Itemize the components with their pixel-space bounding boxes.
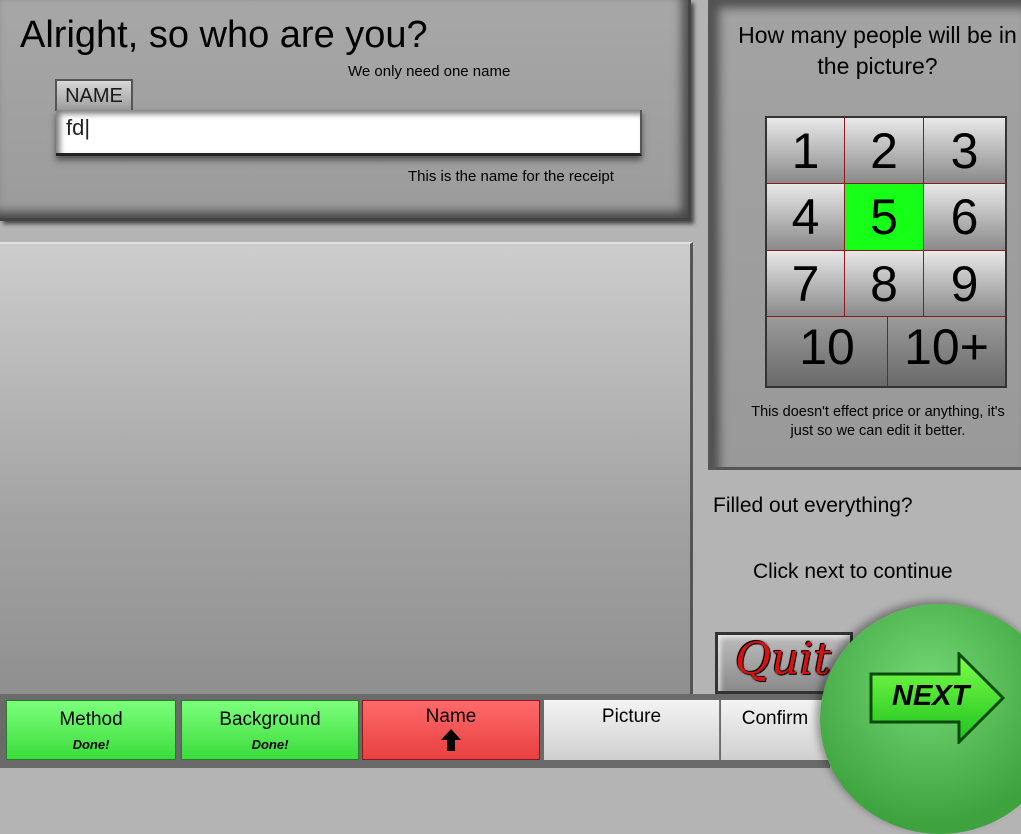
preview-panel [0, 242, 693, 694]
step-confirm[interactable]: Confirm [721, 700, 830, 760]
page-title: Alright, so who are you? [20, 14, 428, 56]
step-label: Background [219, 709, 321, 730]
people-option-10-plus[interactable]: 10+ [888, 317, 1005, 386]
people-option-6[interactable]: 6 [924, 184, 1005, 251]
people-option-5[interactable]: 5 [845, 184, 924, 251]
arrow-up-icon [441, 729, 461, 751]
step-name[interactable]: Name [362, 700, 540, 760]
continue-instruction: Click next to continue [753, 560, 953, 583]
receipt-hint: This is the name for the receipt [408, 168, 614, 185]
quit-label[interactable]: Quit [735, 634, 831, 685]
people-option-7[interactable]: 7 [767, 251, 845, 317]
next-label[interactable]: NEXT [892, 680, 969, 713]
name-field-tag: NAME [55, 79, 133, 111]
people-option-1[interactable]: 1 [767, 118, 845, 184]
step-status: Done! [72, 737, 110, 752]
step-picture[interactable]: Picture [544, 700, 720, 760]
step-label: Confirm [741, 708, 809, 729]
people-option-3[interactable]: 3 [924, 118, 1005, 184]
name-hint: We only need one name [348, 63, 511, 80]
filled-question: Filled out everything? [713, 494, 913, 517]
step-label: Method [59, 709, 123, 730]
step-background[interactable]: Background Done! [181, 700, 359, 760]
people-option-2[interactable]: 2 [845, 118, 924, 184]
people-count-question: How many people will be in the picture? [738, 22, 1017, 79]
people-count-grid: 1 2 3 4 5 6 7 8 9 10 10+ [765, 116, 1007, 388]
step-label: Picture [601, 706, 662, 727]
people-count-note: This doesn't effect price or anything, i… [751, 404, 1005, 439]
people-option-4[interactable]: 4 [767, 184, 845, 251]
step-method[interactable]: Method Done! [6, 700, 176, 760]
people-option-9[interactable]: 9 [924, 251, 1005, 317]
people-option-8[interactable]: 8 [845, 251, 924, 317]
people-option-10[interactable]: 10 [767, 317, 888, 386]
step-label: Name [425, 706, 477, 727]
step-status: Done! [251, 737, 289, 752]
name-input[interactable] [56, 110, 642, 156]
